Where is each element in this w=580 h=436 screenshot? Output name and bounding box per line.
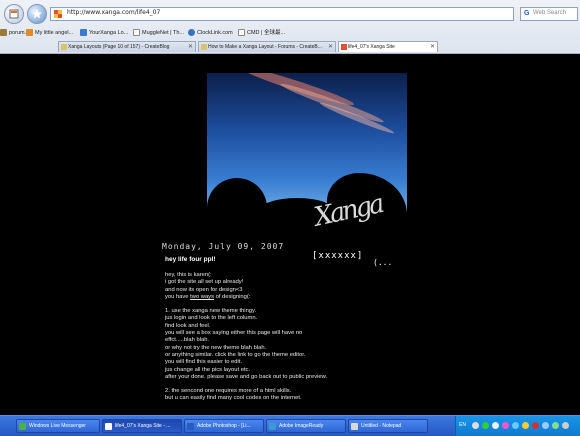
- search-box[interactable]: G Web Search: [520, 7, 578, 21]
- tab-favicon-icon: [201, 44, 207, 50]
- bookmark-icon: [26, 29, 33, 37]
- messenger-icon: [19, 423, 26, 430]
- address-bar[interactable]: http://www.xanga.com/life4_07 ▼: [50, 7, 561, 21]
- bookmark-item[interactable]: CMD | 全球最...: [238, 28, 285, 38]
- bookmark-icon: [188, 29, 195, 37]
- post-body-line: or anything similar. click the link to g…: [165, 351, 306, 358]
- page-icon: [9, 9, 19, 19]
- bookmark-label: My little angel...: [35, 30, 74, 36]
- bookmark-item[interactable]: porum...: [0, 28, 29, 38]
- taskbar-item-label: Adobe Photoshop - [Li...: [197, 423, 251, 429]
- bookmark-label: MuggleNet | Th...: [142, 30, 184, 36]
- post-body-line: you will see a box saying either this pa…: [165, 330, 303, 337]
- bookmark-item[interactable]: ClockLink.com: [188, 28, 233, 38]
- tab-label: life4_07's Xanga Site: [348, 44, 395, 50]
- bookmark-label: YourXanga Lo...: [89, 30, 129, 36]
- bookmark-icon: [80, 29, 87, 37]
- post-body-line: or why not try the new theme blah blah.: [165, 344, 267, 351]
- xanga-favicon-icon: [54, 10, 62, 18]
- tray-icon[interactable]: [552, 422, 559, 429]
- taskbar-item[interactable]: Windows Live Messenger: [16, 419, 100, 433]
- tray-icon[interactable]: [502, 422, 509, 429]
- tab-createblog-layouts[interactable]: Xanga Layouts (Page 10 of 157) - CreateB…: [58, 41, 196, 52]
- tab-favicon-icon: [341, 44, 347, 50]
- taskbar-item-label: Untitled - Notepad: [361, 423, 402, 429]
- post-body-line: but u can easily find many cool codes on…: [165, 395, 302, 402]
- taskbar-item[interactable]: Untitled - Notepad: [348, 419, 428, 433]
- search-placeholder: Web Search: [533, 10, 566, 16]
- post-body-line: hey, this is karen(:: [165, 272, 212, 278]
- taskbar-item-label: life4_07's Xanga Site - ...: [115, 423, 171, 429]
- post-body-line: you have two ways of designing(:: [165, 293, 251, 300]
- navigation-bar: http://www.xanga.com/life4_07 ▼ G Web Se…: [0, 2, 580, 26]
- site-subtitle: (...: [373, 258, 393, 267]
- tab-strip: Xanga Layouts (Page 10 of 157) - CreateB…: [0, 40, 580, 53]
- back-button[interactable]: [4, 4, 24, 24]
- post-date: Monday, July 09, 2007: [162, 242, 285, 251]
- post-body-line: and now its open for design<3: [165, 286, 243, 293]
- post-body-line: effct.....blah blah.: [165, 337, 210, 344]
- tray-icon[interactable]: [522, 422, 529, 429]
- star-icon: [32, 9, 42, 19]
- tab-label: Xanga Layouts (Page 10 of 157) - CreateB…: [68, 44, 170, 50]
- site-title: [xxxxxx]: [312, 251, 364, 261]
- bookmark-icon: [238, 29, 245, 37]
- taskbar-item-label: Windows Live Messenger: [29, 423, 86, 429]
- tab-createblog-forums[interactable]: How to Make a Xanga Layout - Forums - Cr…: [198, 41, 336, 52]
- post-body-line: i got the site all set up already!: [165, 279, 244, 286]
- logo-text: Xanga: [311, 189, 385, 233]
- taskbar-item[interactable]: Adobe Photoshop - [Li...: [184, 419, 264, 433]
- post-body-line: jus change all the pics layout etc.: [165, 366, 251, 373]
- windows-taskbar: Windows Live Messenger life4_07's Xanga …: [0, 415, 580, 436]
- tray-icon[interactable]: [562, 422, 569, 429]
- bookmark-icon: [0, 29, 7, 37]
- system-tray: EN: [455, 416, 580, 436]
- tray-icon[interactable]: [492, 422, 499, 429]
- taskbar-item[interactable]: life4_07's Xanga Site - ...: [102, 419, 182, 433]
- post-body-line: 2. the sencond one requires more of a ht…: [165, 388, 292, 395]
- bookmark-label: CMD | 全球最...: [247, 30, 286, 36]
- post-body-line: you will find this easier to edit.: [165, 359, 243, 366]
- post-title: hey life four ppl!: [165, 256, 216, 263]
- firefox-icon: [105, 423, 112, 430]
- bookmark-item[interactable]: My little angel...: [26, 28, 73, 38]
- bookmark-label: ClockLink.com: [197, 30, 233, 36]
- taskbar-item-label: Adobe ImageReady: [279, 423, 324, 429]
- tab-favicon-icon: [61, 44, 67, 50]
- bookmark-item[interactable]: MuggleNet | Th...: [133, 28, 184, 38]
- tray-icon[interactable]: [482, 422, 489, 429]
- imageready-icon: [269, 423, 276, 430]
- photoshop-icon: [187, 423, 194, 430]
- close-icon[interactable]: ✕: [430, 42, 435, 52]
- underlined-text: two ways: [190, 293, 214, 300]
- post-body: hey, this is karen(: i got the site all s…: [165, 272, 413, 403]
- favorites-star-button[interactable]: [27, 4, 47, 24]
- close-icon[interactable]: ✕: [188, 42, 193, 52]
- search-engine-icon: G: [524, 10, 530, 17]
- post-body-line: 1. use the xanga new theme thingy.: [165, 308, 257, 315]
- tab-label: How to Make a Xanga Layout - Forums - Cr…: [208, 44, 322, 50]
- tray-icon[interactable]: [512, 422, 519, 429]
- post-body-line: find look and feel.: [165, 322, 211, 329]
- tray-icon[interactable]: [532, 422, 539, 429]
- tray-icon[interactable]: [472, 422, 479, 429]
- tab-xanga-site[interactable]: life4_07's Xanga Site ✕: [338, 41, 438, 52]
- post-body-line: after your done. please save and go back…: [165, 373, 328, 380]
- taskbar-item[interactable]: Adobe ImageReady: [266, 419, 346, 433]
- browser-chrome: http://www.xanga.com/life4_07 ▼ G Web Se…: [0, 0, 580, 54]
- bookmark-item[interactable]: YourXanga Lo...: [80, 28, 128, 38]
- post-body-line: jus login and look to the left column.: [165, 315, 258, 322]
- tray-icon[interactable]: [542, 422, 549, 429]
- url-text: http://www.xanga.com/life4_07: [67, 9, 161, 16]
- language-indicator[interactable]: EN: [459, 422, 466, 428]
- bookmark-icon: [133, 29, 140, 37]
- notepad-icon: [351, 423, 358, 430]
- bookmarks-bar: porum... My little angel... YourXanga Lo…: [0, 27, 580, 39]
- close-icon[interactable]: ✕: [328, 42, 333, 52]
